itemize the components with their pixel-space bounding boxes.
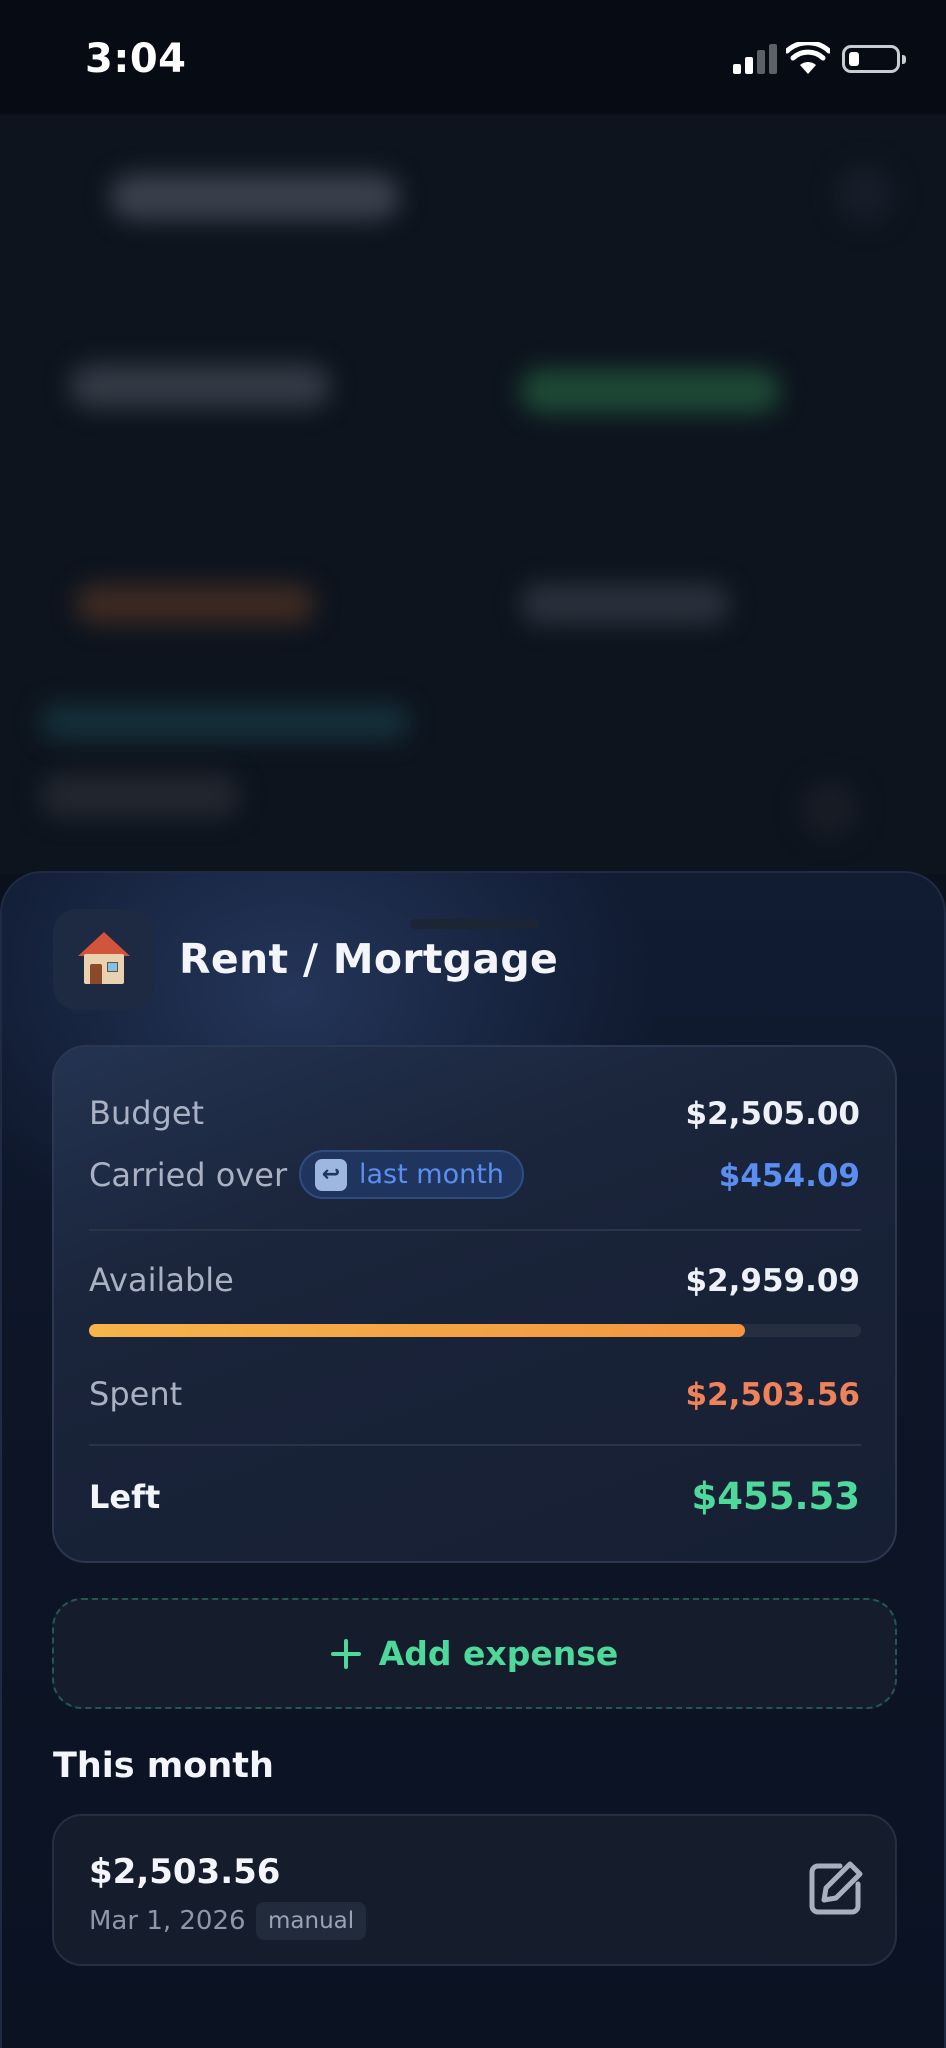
wifi-icon	[786, 42, 830, 74]
divider	[89, 1444, 861, 1446]
add-expense-button[interactable]: Add expense	[52, 1598, 897, 1709]
return-arrow-icon: ↩	[315, 1158, 347, 1191]
screen: 3:04 Rent / Mortgage Budget $2,505.00 Ca…	[0, 0, 946, 2048]
category-title: Rent / Mortgage	[179, 935, 559, 983]
available-label: Available	[89, 1261, 234, 1299]
spent-label: Spent	[89, 1375, 183, 1413]
carried-over-label: Carried over	[89, 1156, 288, 1194]
expense-amount: $2,503.56	[89, 1852, 281, 1892]
expense-date: Mar 1, 2026	[89, 1906, 246, 1936]
carried-over-value: $454.09	[718, 1158, 860, 1194]
budget-label: Budget	[89, 1094, 205, 1132]
status-time: 3:04	[85, 36, 187, 82]
divider	[89, 1229, 861, 1231]
expense-source-badge: manual	[256, 1902, 367, 1940]
blurred-background	[0, 114, 946, 874]
spending-progress-bar	[89, 1324, 861, 1337]
plus-icon	[330, 1638, 361, 1669]
left-value: $455.53	[691, 1475, 860, 1518]
available-value: $2,959.09	[685, 1263, 860, 1299]
sheet-grabber[interactable]	[410, 919, 540, 929]
house-icon	[53, 909, 154, 1010]
edit-icon[interactable]	[806, 1858, 866, 1918]
spent-value: $2,503.56	[685, 1377, 860, 1413]
carried-over-badge-label: last month	[359, 1159, 504, 1190]
cellular-signal-icon	[733, 44, 777, 74]
category-detail-sheet: Rent / Mortgage Budget $2,505.00 Carried…	[0, 871, 946, 2048]
battery-icon	[842, 45, 906, 73]
carried-over-badge: ↩ last month	[299, 1150, 524, 1199]
budget-value: $2,505.00	[685, 1096, 860, 1132]
left-label: Left	[89, 1478, 161, 1516]
expense-list-item[interactable]: $2,503.56 Mar 1, 2026 manual	[52, 1814, 897, 1966]
add-expense-label: Add expense	[378, 1634, 619, 1673]
budget-summary-card: Budget $2,505.00 Carried over ↩ last mon…	[52, 1045, 897, 1563]
section-title: This month	[53, 1746, 274, 1786]
spending-progress-fill	[89, 1324, 746, 1337]
status-bar: 3:04	[0, 0, 946, 114]
